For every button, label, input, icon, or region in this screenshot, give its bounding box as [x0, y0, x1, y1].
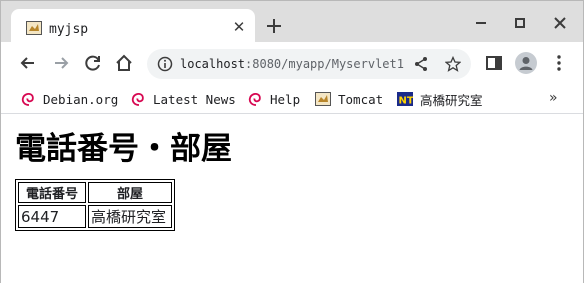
bookmarks-overflow-icon[interactable]: » [549, 90, 558, 106]
bookmark-tomcat[interactable]: Tomcat [315, 90, 383, 108]
bookmark-label: Tomcat [338, 91, 384, 107]
debian-swirl-icon [131, 93, 144, 106]
new-tab-plus-icon[interactable] [265, 17, 283, 35]
cell-room: 高橋研究室 [88, 205, 172, 228]
tab-strip: myjsp ✕ [1, 1, 583, 42]
reload-icon[interactable] [83, 53, 103, 73]
tomcat-icon [315, 92, 331, 106]
url-host: localhost [180, 57, 246, 71]
cell-phone-number: 6447 [18, 205, 86, 228]
debian-swirl-icon [21, 93, 34, 106]
bookmark-label: Debian.org [43, 91, 119, 107]
header-phone-number: 電話番号 [18, 182, 86, 203]
browser-window: myjsp ✕ localhost:8080/myapp/Myservlet1 … [0, 0, 584, 283]
debian-swirl-icon [248, 93, 261, 106]
bookmark-takahashi-lab[interactable]: NT 高橋研究室 [397, 90, 483, 108]
kebab-menu-icon[interactable] [549, 53, 569, 73]
person-icon [519, 57, 533, 70]
page-content: 電話番号・部屋 電話番号 部屋 6447 高橋研究室 [1, 115, 583, 283]
header-room: 部屋 [88, 182, 172, 203]
bookmark-help[interactable]: Help [247, 90, 300, 108]
phone-room-table: 電話番号 部屋 6447 高橋研究室 [15, 179, 175, 231]
url-text[interactable]: localhost:8080/myapp/Myservlet1 [180, 57, 404, 71]
url-path: :8080/myapp/Myservlet1 [245, 57, 404, 71]
bookmark-latest-news[interactable]: Latest News [130, 90, 236, 108]
minimize-icon[interactable] [471, 13, 491, 33]
profile-avatar[interactable] [515, 52, 537, 74]
forward-arrow-icon[interactable] [51, 53, 71, 73]
tab-myjsp[interactable]: myjsp ✕ [11, 9, 255, 42]
close-window-icon[interactable] [550, 13, 570, 33]
table-row: 6447 高橋研究室 [18, 205, 172, 228]
address-bar[interactable]: localhost:8080/myapp/Myservlet1 [147, 49, 471, 79]
bookmark-label: Latest News [153, 91, 236, 107]
bookmark-label: Help [270, 91, 301, 107]
tab-close-icon[interactable]: ✕ [231, 19, 247, 35]
bookmarks-bar: Debian.org Latest News Help Tomcat NT 高橋… [1, 84, 583, 114]
maximize-icon[interactable] [510, 13, 530, 33]
side-panel-icon[interactable] [484, 53, 504, 73]
toolbar: localhost:8080/myapp/Myservlet1 [1, 42, 583, 84]
bookmark-star-icon[interactable] [445, 56, 461, 72]
svg-text:NT: NT [399, 96, 414, 107]
home-icon[interactable] [114, 53, 134, 73]
nt-badge-icon: NT [397, 92, 414, 107]
table-header-row: 電話番号 部屋 [18, 182, 172, 203]
tab-title: myjsp [49, 22, 89, 37]
bookmark-label: 高橋研究室 [420, 92, 483, 108]
back-arrow-icon[interactable] [18, 53, 38, 73]
bookmark-debian-org[interactable]: Debian.org [20, 90, 118, 108]
site-info-icon[interactable] [157, 56, 173, 72]
share-icon[interactable] [413, 56, 429, 72]
tomcat-favicon-icon [26, 21, 42, 35]
page-title: 電話番号・部屋 [15, 131, 232, 167]
